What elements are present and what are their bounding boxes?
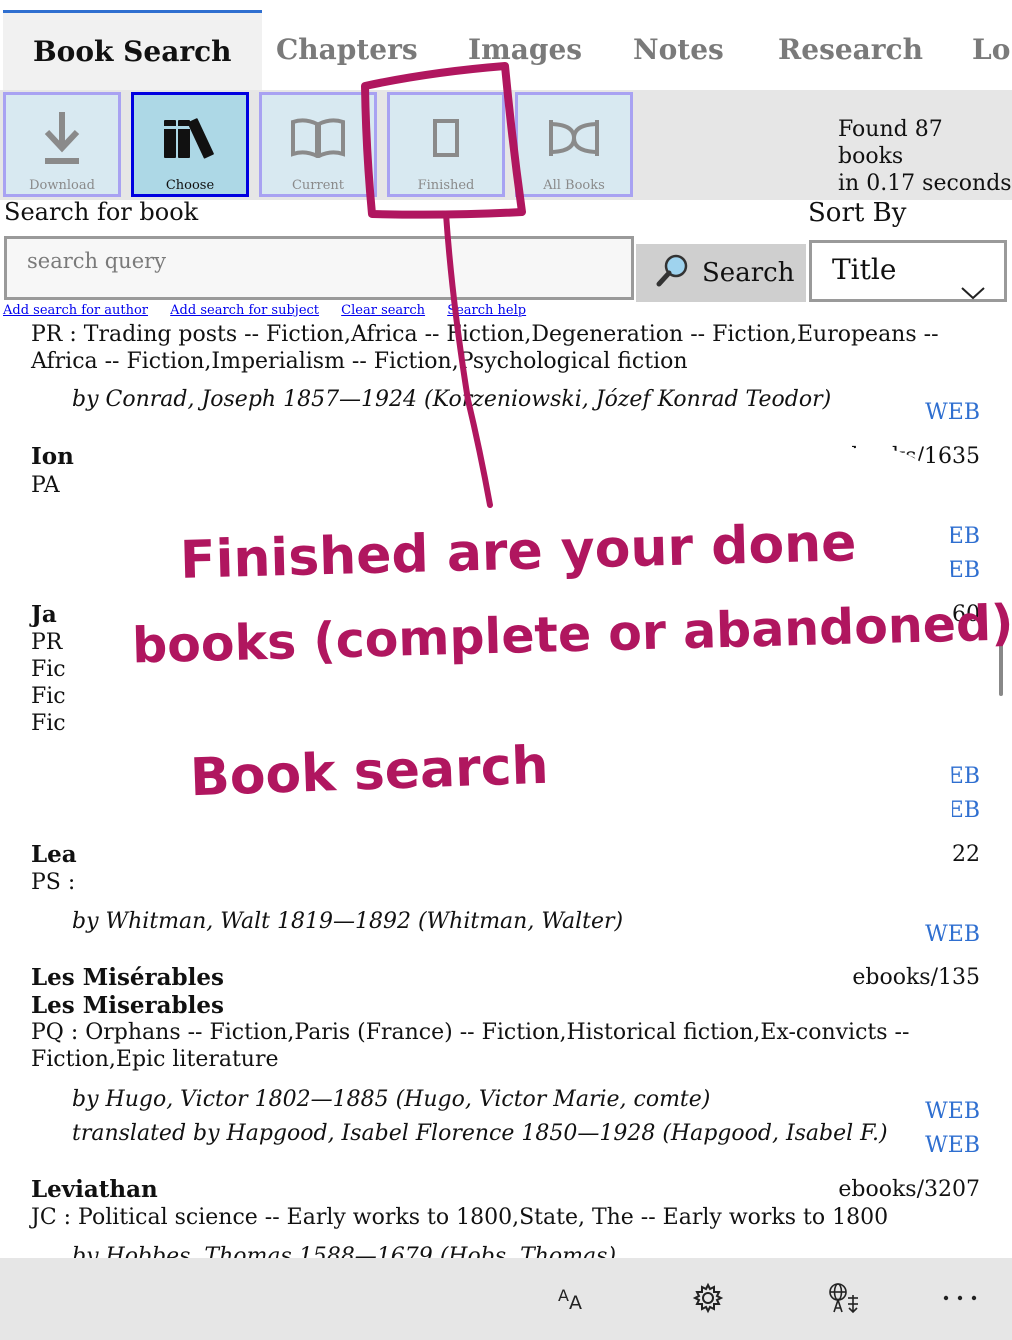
book-title: Ion bbox=[31, 443, 74, 470]
book-author: by Whitman, Walt 1819—1892 (Whitman, Wal… bbox=[72, 909, 624, 934]
book-subject: PR : Trading posts -- Fiction,Africa -- … bbox=[31, 322, 939, 374]
web-link[interactable]: WEB bbox=[925, 400, 980, 425]
finished-label: Finished bbox=[417, 178, 475, 193]
book-author: by Hugo, Victor 1802—1885 (Hugo, Victor … bbox=[72, 1087, 711, 1112]
tab-chapters[interactable]: Chapters bbox=[276, 10, 418, 90]
more-icon[interactable] bbox=[938, 1278, 982, 1318]
svg-text:A: A bbox=[569, 1292, 582, 1313]
all-books-label: All Books bbox=[543, 178, 605, 193]
search-button-label: Search bbox=[702, 258, 795, 288]
book-title: Lea bbox=[31, 841, 77, 868]
book-subject: PS : bbox=[31, 870, 76, 895]
book-title: Leviathan bbox=[31, 1176, 158, 1203]
sort-select[interactable]: Title bbox=[809, 240, 1007, 302]
bottom-app-bar: A A bbox=[0, 1258, 1012, 1340]
web-link[interactable]: EB bbox=[948, 764, 980, 789]
ebook-id[interactable]: ebooks/1635 bbox=[838, 444, 980, 469]
results-list: PR : Trading posts -- Fiction,Africa -- … bbox=[0, 321, 1012, 1258]
finished-button[interactable]: Finished bbox=[387, 92, 505, 197]
closed-book-icon bbox=[390, 103, 502, 173]
toolbar: Download Choose Current Finished All Boo… bbox=[0, 90, 1012, 200]
tab-lo[interactable]: Lo bbox=[972, 10, 1010, 90]
add-author-search-link[interactable]: Add search for author bbox=[3, 303, 148, 318]
book-subject: Fic bbox=[31, 711, 66, 736]
books-icon bbox=[134, 103, 246, 173]
sort-value: Title bbox=[832, 253, 897, 286]
choose-button[interactable]: Choose bbox=[131, 92, 249, 197]
magnifier-icon bbox=[656, 253, 690, 294]
tab-images[interactable]: Images bbox=[468, 10, 582, 90]
book-author: by Hobbes, Thomas 1588—1679 (Hobs, Thoma… bbox=[72, 1244, 617, 1258]
current-button[interactable]: Current bbox=[259, 92, 377, 197]
tab-notes[interactable]: Notes bbox=[633, 10, 724, 90]
svg-text:A: A bbox=[558, 1286, 569, 1305]
web-link[interactable]: WEB bbox=[925, 1133, 980, 1158]
book-subject: PA : Homer. Iliad bbox=[31, 473, 220, 498]
search-links: Add search for author Add search for sub… bbox=[3, 303, 544, 321]
book-title: Ja bbox=[31, 601, 57, 628]
book-subject: PR bbox=[31, 630, 63, 655]
clear-search-link[interactable]: Clear search bbox=[341, 303, 425, 318]
chevron-down-icon bbox=[960, 265, 986, 319]
web-link[interactable]: WEB bbox=[925, 922, 980, 947]
scrollbar[interactable] bbox=[999, 636, 1003, 696]
sort-label: Sort By bbox=[808, 198, 907, 228]
choose-label: Choose bbox=[165, 178, 215, 193]
web-link[interactable]: WEB bbox=[925, 1099, 980, 1124]
book-subject: JC : Political science -- Early works to… bbox=[31, 1205, 889, 1230]
open-book-icon bbox=[262, 103, 374, 173]
book-subject: Fic bbox=[31, 657, 66, 682]
web-link[interactable]: EB bbox=[948, 798, 980, 823]
download-button[interactable]: Download bbox=[3, 92, 121, 197]
search-label: Search for book bbox=[4, 198, 199, 226]
found-line-1: Found 87 books bbox=[838, 117, 943, 169]
book-subject: PQ : Orphans -- Fiction,Paris (France) -… bbox=[31, 1020, 910, 1072]
translate-icon[interactable] bbox=[822, 1278, 866, 1318]
current-label: Current bbox=[291, 178, 345, 193]
download-icon bbox=[6, 103, 118, 173]
ebook-id[interactable]: 22 bbox=[952, 842, 980, 867]
search-button[interactable]: Search bbox=[636, 244, 806, 302]
book-translator: translated by Hapgood, Isabel Florence 1… bbox=[72, 1121, 888, 1146]
book-author: by Conrad, Joseph 1857—1924 (Korzeniowsk… bbox=[72, 387, 832, 412]
ebook-id[interactable]: ebooks/135 bbox=[852, 965, 980, 990]
web-link[interactable]: WEB bbox=[925, 558, 980, 583]
font-size-icon[interactable]: A A bbox=[550, 1278, 594, 1318]
shuffle-icon bbox=[518, 103, 630, 173]
tab-bar: Book Search Chapters Images Notes Resear… bbox=[0, 0, 1012, 90]
search-help-link[interactable]: Search help bbox=[447, 303, 526, 318]
tab-research[interactable]: Research bbox=[778, 10, 923, 90]
tab-book-search[interactable]: Book Search bbox=[3, 10, 262, 90]
found-line-2: in 0.17 seconds bbox=[838, 171, 1012, 196]
found-count: Found 87 books in 0.17 seconds bbox=[838, 116, 1012, 197]
download-label: Download bbox=[29, 178, 95, 193]
gear-icon[interactable] bbox=[686, 1278, 730, 1318]
web-link[interactable]: WEB bbox=[925, 524, 980, 549]
book-alt-title: Les Miserables bbox=[31, 992, 224, 1019]
search-input[interactable] bbox=[4, 236, 634, 300]
book-title: Les Misérables bbox=[31, 964, 224, 991]
book-subject: Fic bbox=[31, 684, 66, 709]
add-subject-search-link[interactable]: Add search for subject bbox=[170, 303, 319, 318]
all-books-button[interactable]: All Books bbox=[515, 92, 633, 197]
ebook-id[interactable]: ebooks/3207 bbox=[838, 1177, 980, 1202]
ebook-id[interactable]: 60 bbox=[952, 602, 980, 627]
